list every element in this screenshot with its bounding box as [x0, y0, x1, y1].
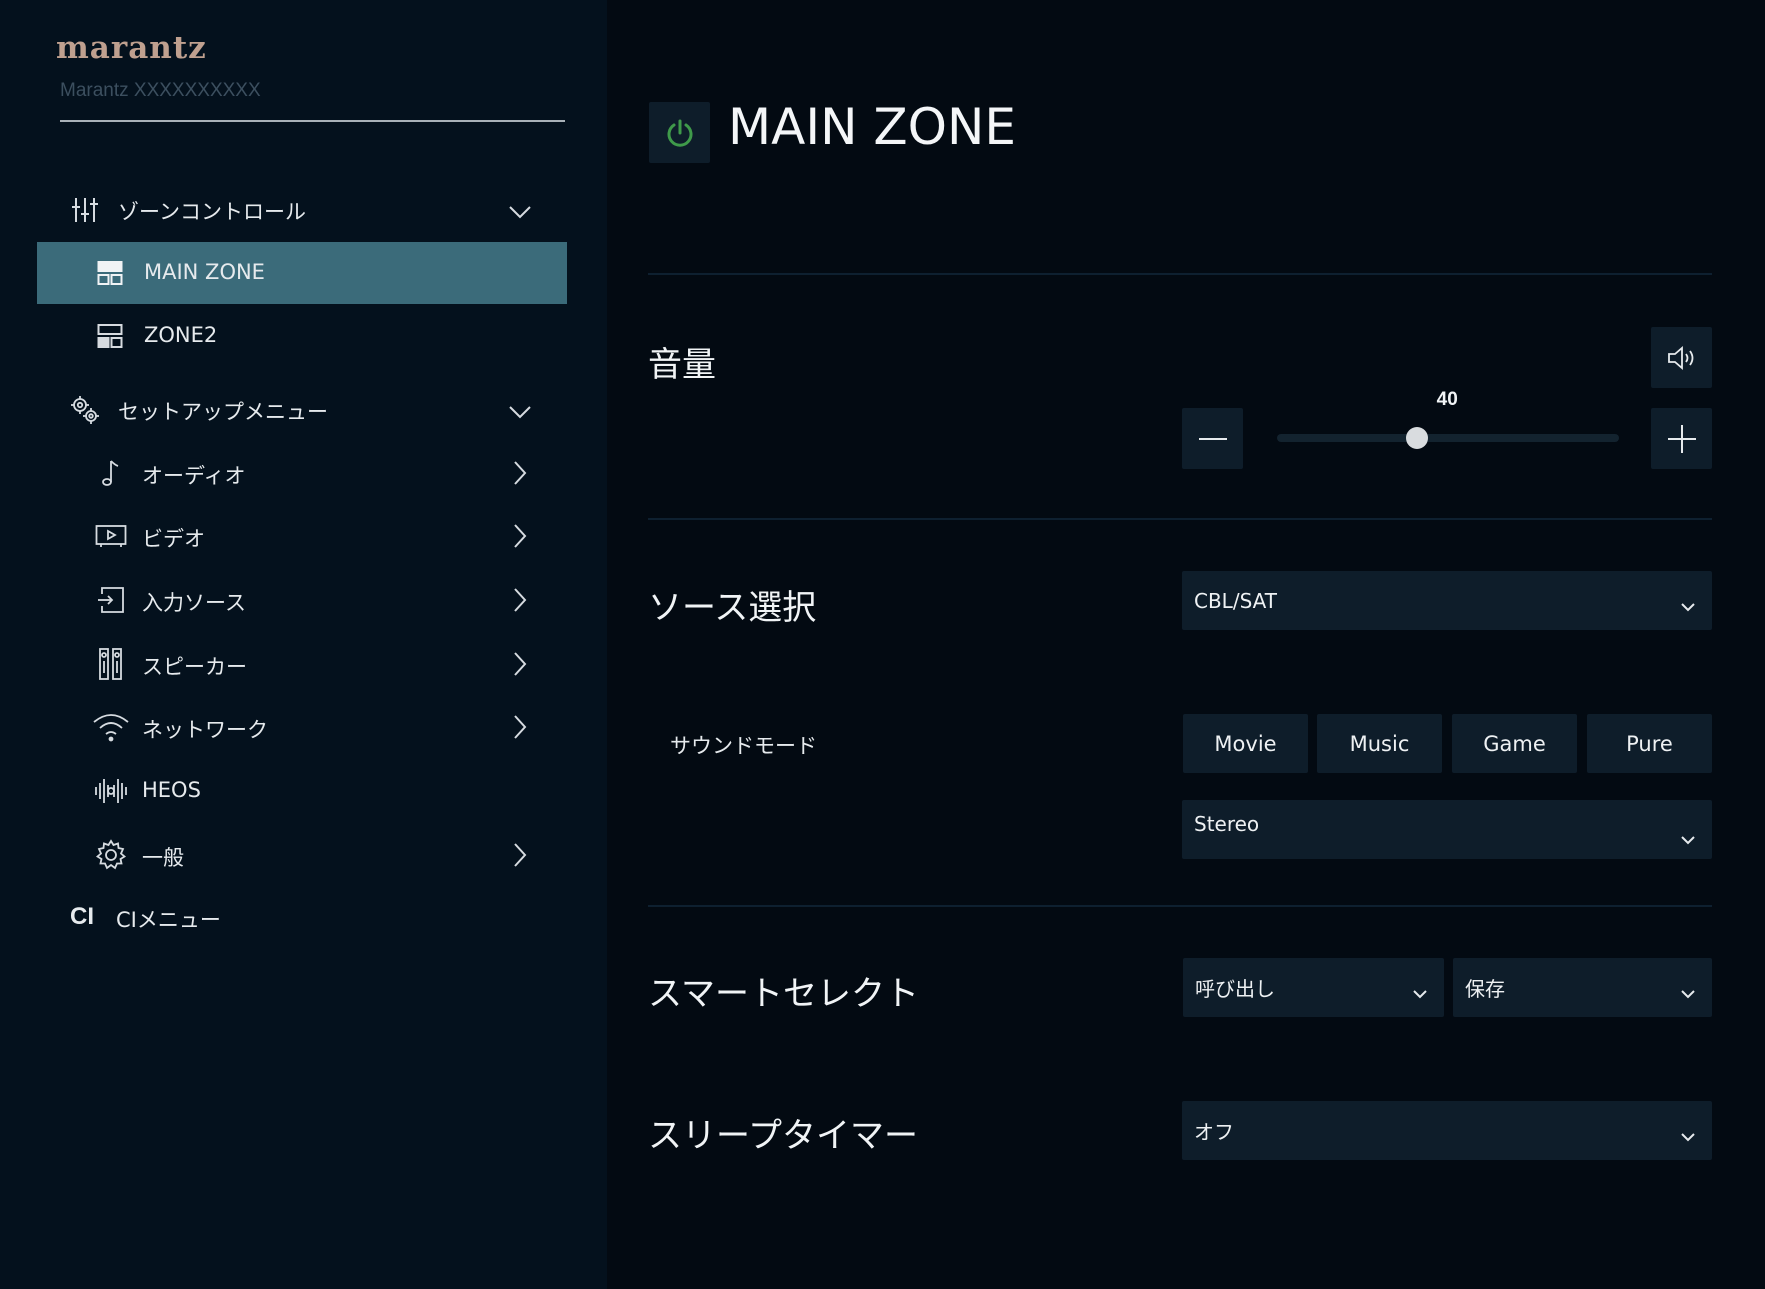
smart-select-save-value: 保存: [1465, 977, 1505, 1001]
sound-mode-pure-button[interactable]: Pure: [1587, 714, 1712, 773]
sidebar-ci-menu[interactable]: CI CIメニュー: [60, 891, 540, 943]
sidebar-item-network[interactable]: ネットワーク: [60, 701, 540, 753]
divider: [648, 905, 1712, 907]
speaker-volume-icon: [1666, 343, 1698, 373]
plus-icon: [1667, 424, 1696, 453]
sidebar-item-label: ビデオ: [142, 527, 205, 551]
sidebar-zone-control[interactable]: ゾーンコントロール: [60, 183, 540, 235]
sidebar-item-zone2[interactable]: ZONE2: [37, 305, 567, 367]
sidebar-setup-menu[interactable]: セットアップメニュー: [60, 383, 540, 435]
page-title: MAIN ZONE: [728, 98, 1016, 156]
chevron-down-icon: [508, 401, 532, 425]
chevron-right-icon: [512, 651, 528, 682]
sidebar-item-input-source[interactable]: 入力ソース: [60, 574, 540, 626]
sidebar-item-label: オーディオ: [142, 464, 246, 488]
sleep-timer-title: スリープタイマー: [648, 1116, 918, 1156]
chevron-down-icon: [1680, 981, 1696, 1005]
sidebar-item-label: ZONE2: [144, 323, 218, 347]
chevron-down-icon: [1680, 1124, 1696, 1148]
gear-icon: [95, 839, 127, 871]
sidebar-item-label: 入力ソース: [142, 591, 246, 615]
input-icon: [96, 585, 126, 615]
smart-select-recall-value: 呼び出し: [1195, 977, 1275, 1001]
smart-select-title: スマートセレクト: [648, 974, 919, 1014]
video-icon: [95, 521, 127, 551]
sidebar-item-label: ネットワーク: [142, 718, 268, 742]
device-name: Marantz XXXXXXXXXX: [60, 80, 565, 122]
gears-icon: [70, 395, 100, 425]
chevron-right-icon: [512, 842, 528, 873]
sound-mode-select[interactable]: Stereo: [1182, 800, 1712, 859]
chevron-right-icon: [512, 714, 528, 745]
chevron-down-icon: [1680, 594, 1696, 618]
chevron-down-icon: [508, 201, 532, 225]
wifi-icon: [92, 712, 130, 742]
chevron-right-icon: [512, 523, 528, 554]
chevron-down-icon: [1412, 981, 1428, 1005]
volume-value: 40: [1436, 389, 1458, 410]
chevron-right-icon: [512, 587, 528, 618]
sleep-timer-value: オフ: [1194, 1120, 1234, 1144]
divider: [648, 273, 1712, 275]
sidebar-item-main-zone[interactable]: MAIN ZONE: [37, 242, 567, 304]
music-note-icon: [96, 458, 126, 488]
zone-icon: [97, 323, 123, 349]
sidebar-item-heos[interactable]: HEOS: [60, 765, 540, 817]
sidebar-item-label: スピーカー: [142, 655, 247, 679]
zone-icon: [97, 260, 123, 286]
minus-icon: [1198, 437, 1227, 441]
chevron-right-icon: [512, 460, 528, 491]
sidebar-setup-menu-label: セットアップメニュー: [118, 400, 328, 424]
sidebar-item-label: 一般: [142, 846, 184, 870]
volume-slider-handle[interactable]: [1406, 427, 1429, 449]
chevron-down-icon: [1680, 827, 1696, 851]
power-icon: [665, 118, 695, 148]
volume-slider-track[interactable]: [1277, 434, 1619, 442]
sidebar-item-speaker[interactable]: スピーカー: [60, 638, 540, 690]
power-button[interactable]: [649, 102, 710, 163]
ci-icon: CI: [70, 903, 94, 930]
sidebar-item-label: HEOS: [142, 778, 201, 802]
sidebar-item-audio[interactable]: オーディオ: [60, 447, 540, 499]
sidebar-item-video[interactable]: ビデオ: [60, 510, 540, 562]
sidebar: marantz Marantz XXXXXXXXXX ゾーンコントロール MAI…: [0, 0, 607, 1289]
volume-down-button[interactable]: [1182, 408, 1243, 469]
sound-mode-select-value: Stereo: [1194, 812, 1260, 836]
sound-mode-movie-button[interactable]: Movie: [1183, 714, 1308, 773]
sidebar-item-label: MAIN ZONE: [144, 260, 265, 284]
source-title: ソース選択: [648, 588, 817, 628]
sidebar-item-general[interactable]: 一般: [60, 829, 540, 881]
heos-icon: [94, 775, 128, 807]
sliders-icon: [70, 195, 100, 225]
volume-title: 音量: [648, 345, 716, 385]
sidebar-ci-menu-label: CIメニュー: [116, 908, 221, 932]
sidebar-zone-control-label: ゾーンコントロール: [118, 200, 306, 224]
volume-up-button[interactable]: [1651, 408, 1712, 469]
source-select[interactable]: CBL/SAT: [1182, 571, 1712, 630]
mute-button[interactable]: [1651, 327, 1712, 388]
marantz-logo: marantz: [56, 30, 207, 66]
divider: [648, 518, 1712, 520]
source-select-value: CBL/SAT: [1194, 588, 1277, 613]
sound-mode-music-button[interactable]: Music: [1317, 714, 1442, 773]
sound-mode-game-button[interactable]: Game: [1452, 714, 1577, 773]
speaker-icon: [96, 647, 126, 681]
smart-select-save-select[interactable]: 保存: [1453, 958, 1712, 1017]
smart-select-recall-select[interactable]: 呼び出し: [1183, 958, 1444, 1017]
sleep-timer-select[interactable]: オフ: [1182, 1101, 1712, 1160]
sound-mode-title: サウンドモード: [670, 734, 817, 758]
